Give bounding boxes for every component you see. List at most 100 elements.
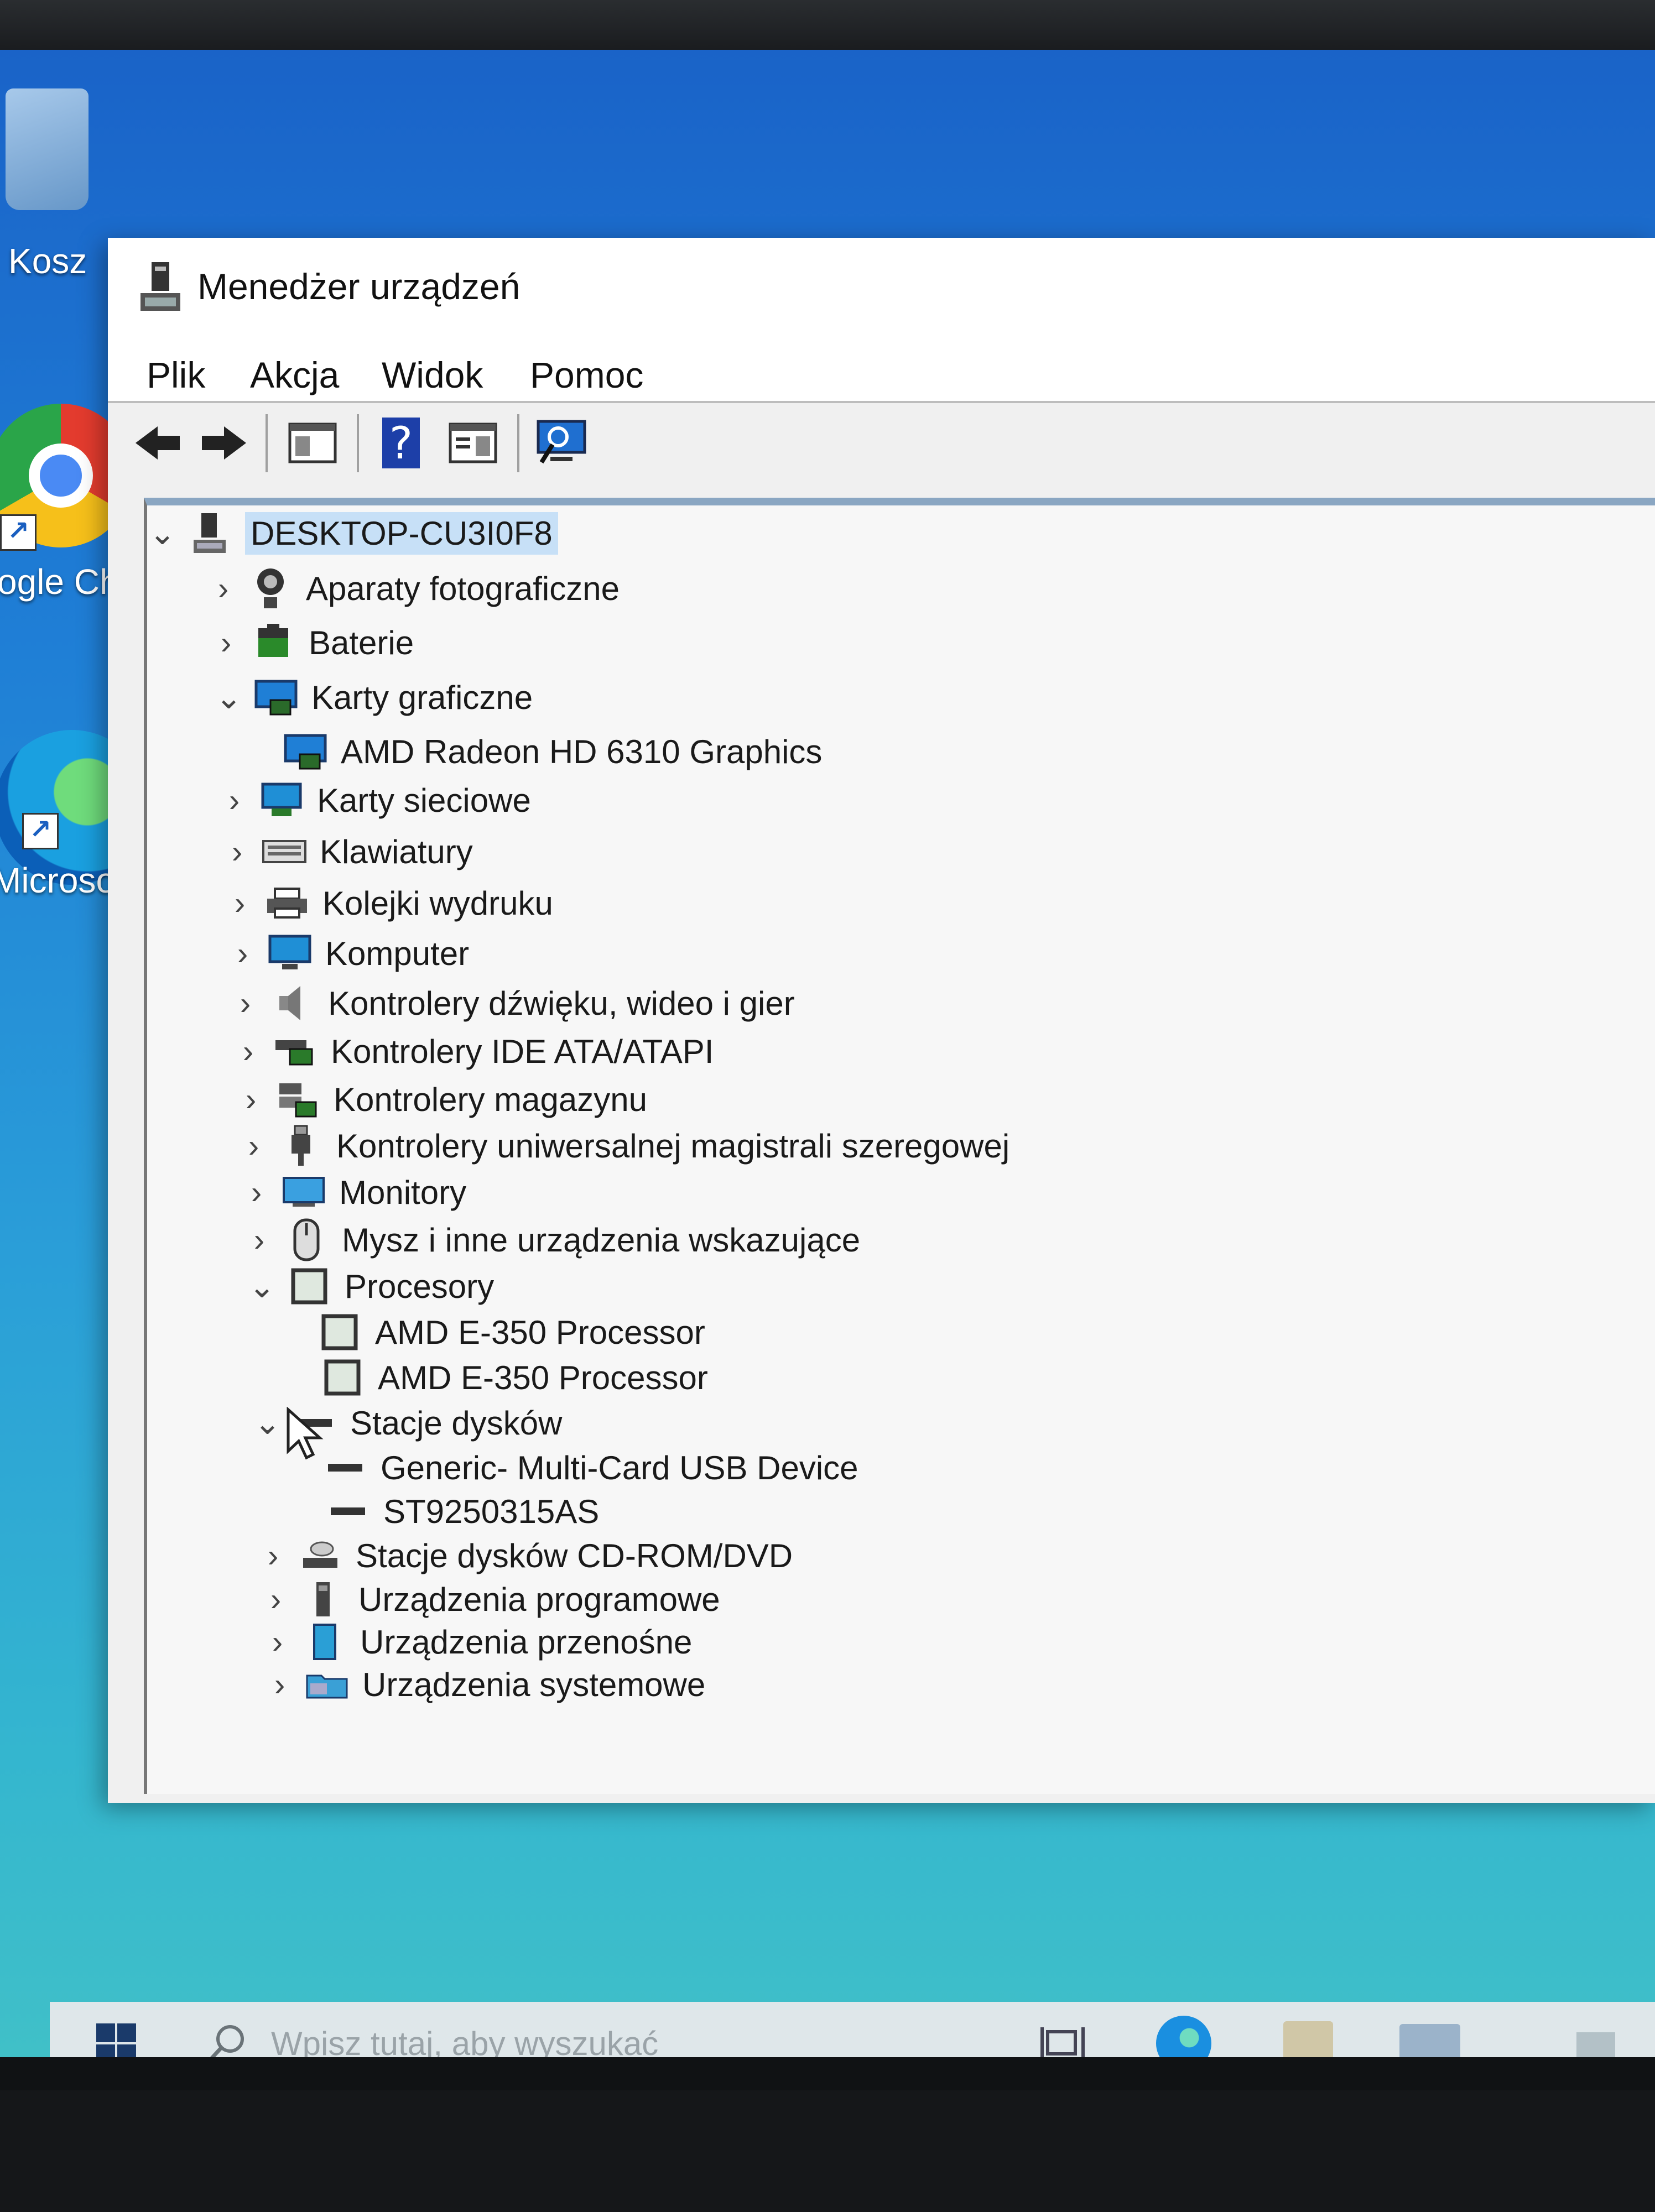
keyboard-icon: [262, 830, 306, 874]
menu-akcja[interactable]: Akcja: [250, 354, 339, 396]
window-title: Menedżer urządzeń: [197, 266, 521, 307]
windows-start-icon[interactable]: [94, 2021, 138, 2057]
menu-plik[interactable]: Plik: [147, 354, 205, 396]
taskbar: Wpisz tutaj, aby wyszukać: [50, 2002, 1655, 2057]
tree-item-label: Aparaty fotograficzne: [306, 570, 620, 607]
taskbar-store-icon[interactable]: [1399, 2024, 1460, 2057]
tree-item-network-adapters[interactable]: › Karty sieciowe: [219, 778, 531, 822]
scan-hardware-icon: [537, 420, 586, 464]
menu-pomoc[interactable]: Pomoc: [530, 354, 643, 396]
menu-widok[interactable]: Widok: [382, 354, 483, 396]
speaker-icon: [270, 981, 315, 1025]
chevron-right-icon[interactable]: ›: [227, 931, 258, 975]
chevron-right-icon[interactable]: ›: [225, 881, 255, 925]
tree-item-multi-card-usb[interactable]: Generic- Multi-Card USB Device: [313, 1446, 858, 1490]
back-button[interactable]: [130, 415, 185, 471]
tree-item-ide-controllers[interactable]: › Kontrolery IDE ATA/ATAPI: [233, 1029, 714, 1073]
chevron-right-icon[interactable]: ›: [244, 1218, 274, 1262]
network-adapter-icon: [259, 778, 304, 822]
properties-icon: [449, 422, 497, 463]
tree-item-batteries[interactable]: › Baterie: [211, 620, 414, 665]
tree-item-cdrom[interactable]: › Stacje dysków CD-ROM/DVD: [258, 1533, 793, 1578]
chevron-right-icon[interactable]: ›: [211, 620, 241, 665]
tree-item-sound-controllers[interactable]: › Kontrolery dźwięku, wideo i gier: [230, 981, 795, 1025]
tree-item-label: Urządzenia przenośne: [360, 1623, 693, 1661]
tree-item-display-adapters[interactable]: ⌄ Karty graficzne: [214, 675, 533, 719]
task-view-icon[interactable]: [1040, 2024, 1090, 2057]
tree-item-monitors[interactable]: › Monitory: [241, 1170, 466, 1214]
title-bar[interactable]: Menedżer urządzeń: [108, 238, 1655, 340]
tree-item-software-devices[interactable]: › Urządzenia programowe: [261, 1577, 720, 1621]
tree-item-system-devices[interactable]: › Urządzenia systemowe: [264, 1662, 705, 1707]
computer-root-icon: [188, 511, 232, 555]
chevron-right-icon[interactable]: ›: [219, 778, 249, 822]
chevron-right-icon[interactable]: ›: [230, 981, 261, 1025]
computer-icon: [268, 931, 312, 975]
tree-item-label: Procesory: [345, 1267, 495, 1305]
help-icon: ?: [382, 418, 420, 469]
properties-button[interactable]: [445, 415, 501, 471]
search-placeholder: Wpisz tutaj, aby wyszukać: [271, 2025, 659, 2058]
tree-item-computer[interactable]: › Komputer: [227, 931, 469, 975]
processor-icon: [287, 1264, 331, 1308]
tree-item-label: Kontrolery dźwięku, wideo i gier: [328, 984, 795, 1022]
chevron-right-icon[interactable]: ›: [236, 1077, 266, 1121]
disk-drive-icon: [326, 1489, 370, 1533]
taskbar-search-box[interactable]: Wpisz tutaj, aby wyszukać: [194, 2007, 1034, 2057]
tree-item-portable-devices[interactable]: › Urządzenia przenośne: [262, 1620, 693, 1664]
tree-item-cameras[interactable]: › Aparaty fotograficzne: [208, 566, 620, 611]
tree-item-processors[interactable]: ⌄ Procesory: [247, 1264, 494, 1308]
tree-item-label: AMD Radeon HD 6310 Graphics: [341, 733, 823, 770]
chevron-right-icon[interactable]: ›: [262, 1620, 293, 1664]
tree-item-amd-radeon[interactable]: AMD Radeon HD 6310 Graphics: [273, 729, 822, 774]
processor-icon: [320, 1355, 365, 1400]
toolbar: ?: [108, 401, 1655, 483]
scan-hardware-changes-button[interactable]: [534, 415, 589, 471]
tree-item-label: Generic- Multi-Card USB Device: [381, 1449, 858, 1486]
tree-item-print-queues[interactable]: › Kolejki wydruku: [225, 881, 553, 925]
tree-item-usb-controllers[interactable]: › Kontrolery uniwersalnej magistrali sze…: [238, 1124, 1009, 1168]
tree-item-keyboards[interactable]: › Klawiatury: [222, 830, 473, 874]
chevron-right-icon[interactable]: ›: [258, 1533, 288, 1578]
tree-item-label: Kontrolery magazynu: [334, 1081, 647, 1118]
chevron-right-icon[interactable]: ›: [208, 566, 238, 611]
software-device-icon: [301, 1577, 345, 1621]
tree-item-label: AMD E-350 Processor: [378, 1359, 708, 1396]
tree-item-mice[interactable]: › Mysz i inne urządzenia wskazujące: [244, 1218, 860, 1262]
chevron-down-icon[interactable]: ⌄: [147, 511, 178, 555]
chevron-right-icon[interactable]: ›: [264, 1662, 295, 1707]
chevron-right-icon[interactable]: ›: [222, 830, 252, 874]
tree-item-hdd[interactable]: ST9250315AS: [316, 1489, 599, 1533]
recycle-bin-icon[interactable]: [6, 88, 89, 210]
tree-root[interactable]: ⌄ DESKTOP-CU3I0F8: [147, 511, 558, 555]
portable-device-icon: [303, 1620, 347, 1664]
tree-item-storage-controllers[interactable]: › Kontrolery magazynu: [236, 1077, 647, 1121]
tree-item-label: Komputer: [325, 935, 470, 972]
help-button[interactable]: ?: [373, 415, 429, 471]
battery-icon: [251, 620, 295, 665]
camera-icon: [248, 566, 293, 611]
taskbar-tray-icon[interactable]: [1576, 2032, 1615, 2057]
chevron-down-icon[interactable]: ⌄: [214, 675, 244, 719]
chevron-down-icon[interactable]: ⌄: [247, 1264, 277, 1308]
toolbar-separator: [266, 414, 268, 472]
forward-button[interactable]: [196, 415, 252, 471]
tree-item-processor-1[interactable]: AMD E-350 Processor: [308, 1310, 705, 1354]
tree-item-label: Karty sieciowe: [317, 781, 531, 819]
desktop: Kosz ↗ ogle Chro ↗ Microsoft Ed Menedżer…: [0, 50, 1655, 2057]
toolbar-separator: [357, 414, 359, 472]
taskbar-file-explorer-icon[interactable]: [1283, 2021, 1333, 2057]
tree-item-processor-2[interactable]: AMD E-350 Processor: [310, 1355, 708, 1400]
tree-item-label: Kontrolery IDE ATA/ATAPI: [331, 1032, 714, 1070]
chevron-right-icon[interactable]: ›: [261, 1577, 291, 1621]
chevron-down-icon[interactable]: ⌄: [252, 1401, 283, 1445]
tree-item-label: Karty graficzne: [311, 679, 533, 716]
show-hide-console-tree-button[interactable]: [285, 415, 340, 471]
taskbar-edge-icon[interactable]: [1156, 2016, 1211, 2057]
chevron-right-icon[interactable]: ›: [241, 1170, 272, 1214]
chevron-right-icon[interactable]: ›: [233, 1029, 263, 1073]
chevron-right-icon[interactable]: ›: [238, 1124, 269, 1168]
disk-drive-icon: [323, 1446, 367, 1490]
console-tree-icon: [288, 422, 337, 463]
display-adapter-icon: [254, 675, 298, 719]
